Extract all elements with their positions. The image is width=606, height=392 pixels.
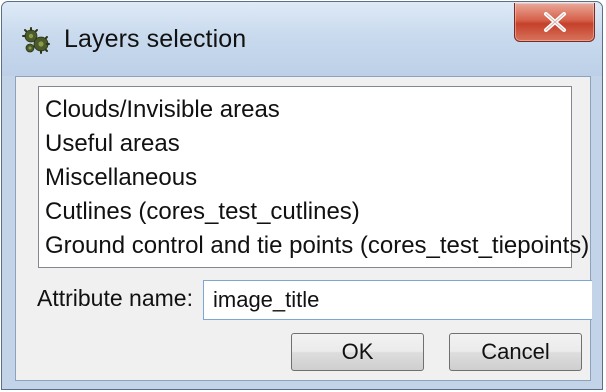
list-item[interactable]: Miscellaneous	[45, 161, 571, 195]
list-item[interactable]: Cutlines (cores_test_cutlines)	[45, 195, 571, 229]
attribute-name-input[interactable]	[203, 280, 592, 320]
list-item[interactable]: Useful areas	[45, 127, 571, 161]
attribute-name-label: Attribute name:	[37, 285, 193, 311]
dialog-content: Clouds/Invisible areas Useful areas Misc…	[15, 76, 592, 381]
list-item[interactable]: Ground control and tie points (cores_tes…	[45, 229, 589, 263]
list-item[interactable]: Clouds/Invisible areas	[45, 93, 571, 127]
cancel-button[interactable]: Cancel	[449, 333, 582, 371]
close-button[interactable]	[514, 3, 595, 42]
gear-cluster-icon	[22, 27, 50, 54]
window-title: Layers selection	[64, 25, 247, 53]
title-bar[interactable]: Layers selection	[2, 2, 602, 76]
layers-list[interactable]: Clouds/Invisible areas Useful areas Misc…	[38, 86, 589, 268]
ok-button[interactable]: OK	[291, 333, 424, 371]
close-icon	[544, 12, 566, 32]
dialog-window: Layers selection Clouds/Invisible areas …	[1, 1, 603, 390]
